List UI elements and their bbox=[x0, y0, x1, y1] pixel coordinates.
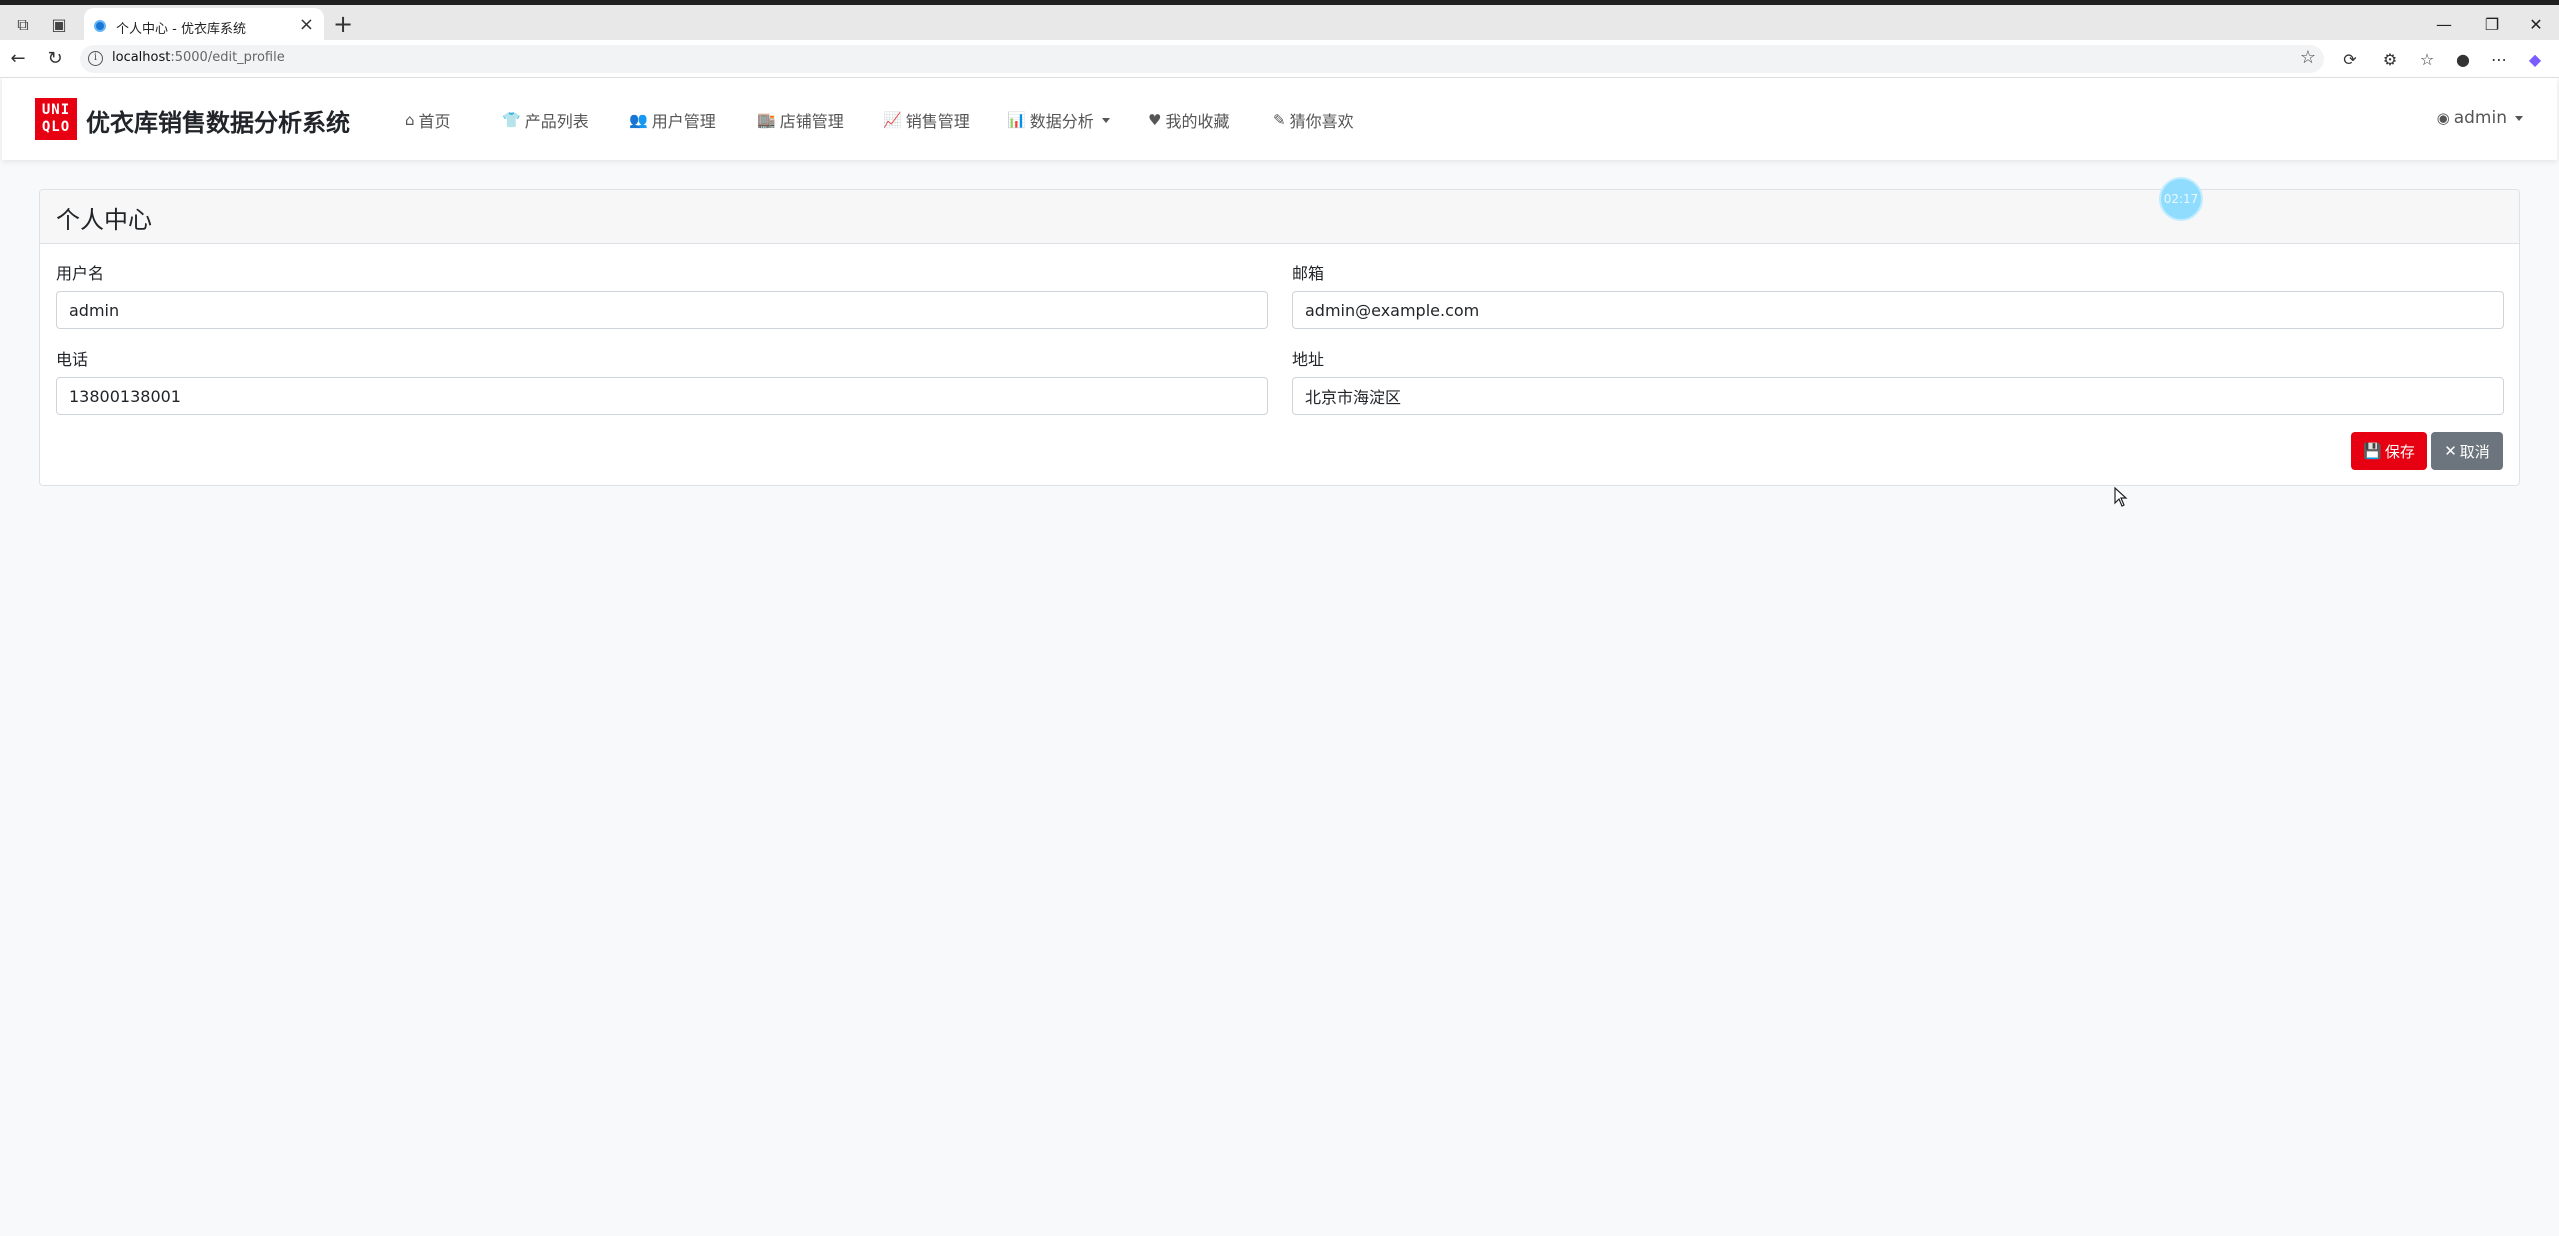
page-title: 个人中心 bbox=[56, 206, 152, 234]
restore-button[interactable]: ❐ bbox=[2472, 13, 2512, 37]
browser-titlebar: ⧉ ▣ 个人中心 - 优衣库系统 × + — ❐ ✕ bbox=[0, 0, 2559, 45]
extension-refresh-icon[interactable]: ⟳ bbox=[2339, 49, 2361, 71]
user-chevron-down-icon bbox=[2515, 115, 2523, 121]
nav-analysis-dropdown[interactable]: 📊 数据分析 bbox=[1007, 108, 1110, 132]
line-chart-icon: 📈 bbox=[883, 111, 902, 129]
back-button[interactable]: ← bbox=[5, 47, 31, 71]
timer-badge: 02:17 bbox=[2159, 177, 2203, 221]
phone-label: 电话 bbox=[56, 350, 89, 369]
tab-close-icon[interactable]: × bbox=[299, 15, 314, 35]
bar-chart-icon: 📊 bbox=[1007, 111, 1026, 129]
favorites-icon[interactable]: ☆ bbox=[2416, 49, 2438, 71]
home-icon: ⌂ bbox=[405, 111, 415, 129]
nav-home[interactable]: ⌂ 首页 bbox=[405, 108, 451, 132]
address-label: 地址 bbox=[1292, 350, 1325, 369]
url-text: localhost:5000/edit_profile bbox=[112, 50, 285, 65]
nav-products[interactable]: 👕 产品列表 bbox=[502, 108, 589, 132]
email-input[interactable] bbox=[1292, 291, 2504, 329]
favorite-star-icon[interactable]: ☆ bbox=[2300, 47, 2316, 68]
profile-avatar-icon[interactable]: ● bbox=[2452, 49, 2474, 71]
profile-card: 个人中心 用户名 邮箱 电话 地址 💾 保存 ✕ 取消 bbox=[39, 189, 2520, 486]
email-label: 邮箱 bbox=[1292, 264, 1325, 283]
close-icon: ✕ bbox=[2444, 442, 2457, 460]
refresh-button[interactable]: ↻ bbox=[42, 47, 68, 71]
nav-users[interactable]: 👥 用户管理 bbox=[629, 108, 716, 132]
username-label: 用户名 bbox=[56, 264, 105, 283]
tab-actions-icon[interactable]: ▣ bbox=[48, 15, 70, 35]
user-circle-icon: ◉ bbox=[2436, 109, 2450, 127]
store-icon: 🏬 bbox=[757, 111, 776, 129]
heart-icon: ♥ bbox=[1148, 111, 1162, 129]
minimize-button[interactable]: — bbox=[2424, 13, 2464, 37]
close-window-button[interactable]: ✕ bbox=[2516, 13, 2556, 37]
save-icon: 💾 bbox=[2363, 442, 2382, 460]
uniqlo-logo[interactable]: UNI QLO bbox=[35, 98, 77, 140]
cancel-button[interactable]: ✕ 取消 bbox=[2431, 432, 2503, 470]
url-field[interactable]: i localhost:5000/edit_profile ☆ bbox=[80, 45, 2324, 73]
nav-recommend[interactable]: ✎ 猜你喜欢 bbox=[1273, 108, 1354, 132]
tab-favicon-icon bbox=[94, 20, 106, 32]
address-bar-row: ← ↻ i localhost:5000/edit_profile ☆ ⟳ ⚙ … bbox=[0, 40, 2559, 78]
mouse-cursor-icon bbox=[2114, 487, 2128, 507]
pencil-icon: ✎ bbox=[1273, 111, 1286, 129]
phone-input[interactable] bbox=[56, 377, 1268, 415]
site-info-icon[interactable]: i bbox=[88, 51, 103, 66]
nav-favorites[interactable]: ♥ 我的收藏 bbox=[1148, 108, 1229, 132]
workspaces-icon[interactable]: ⧉ bbox=[12, 15, 34, 35]
extension-icon[interactable]: ⚙ bbox=[2379, 49, 2401, 71]
user-menu-dropdown[interactable]: ◉ admin bbox=[2437, 108, 2523, 128]
brand-title[interactable]: 优衣库销售数据分析系统 bbox=[86, 103, 350, 138]
copilot-icon[interactable]: ◆ bbox=[2524, 49, 2546, 71]
more-options-icon[interactable]: ⋯ bbox=[2488, 49, 2510, 71]
nav-stores[interactable]: 🏬 店铺管理 bbox=[757, 108, 844, 132]
chevron-down-icon bbox=[1101, 117, 1110, 123]
tshirt-icon: 👕 bbox=[502, 111, 521, 129]
save-button[interactable]: 💾 保存 bbox=[2351, 432, 2427, 470]
username-input[interactable] bbox=[56, 291, 1268, 329]
new-tab-button[interactable]: + bbox=[328, 11, 358, 39]
card-header: 个人中心 bbox=[40, 190, 2519, 244]
tab-title: 个人中心 - 优衣库系统 bbox=[116, 22, 246, 37]
address-input[interactable] bbox=[1292, 377, 2504, 415]
app-navbar: UNI QLO 优衣库销售数据分析系统 ⌂ 首页 👕 产品列表 👥 用户管理 🏬… bbox=[2, 78, 2557, 160]
users-icon: 👥 bbox=[629, 111, 648, 129]
nav-sales[interactable]: 📈 销售管理 bbox=[883, 108, 970, 132]
